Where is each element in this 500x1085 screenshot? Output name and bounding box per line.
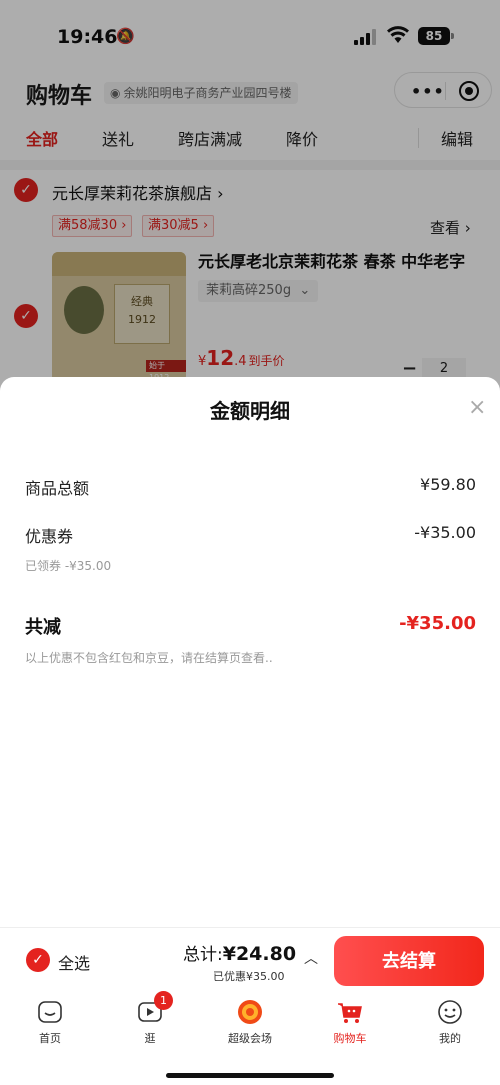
tabbar-item-super-venue[interactable]: 超级会场 [210,999,290,1046]
select-all-label[interactable]: 全选 [58,950,90,974]
tabbar-item-profile[interactable]: 我的 [410,999,490,1046]
home-indicator [166,1073,334,1078]
sum-value: ¥24.80 [222,943,297,965]
coupon-label: 优惠券 [25,527,74,546]
total-discount-label: 共减 [25,617,61,638]
checkout-bar: ✓ 全选 总计:¥24.80 已优惠¥35.00 ︿ 去结算 [0,927,500,993]
cart-icon [337,999,363,1025]
tabbar-label-home: 首页 [39,1032,61,1045]
tabbar-item-cart[interactable]: 购物车 [310,999,390,1046]
discount-note: 以上优惠不包含红包和京豆，请在结算页查看.. [25,651,273,665]
checkout-button[interactable]: 去结算 [334,936,484,986]
super-venue-icon [237,999,263,1025]
tabbar-label-browse: 逛 [144,1032,156,1045]
total-sum: 总计:¥24.80 [183,940,296,965]
coupon-value: -¥35.00 [414,523,476,542]
total-discount-value: -¥35.00 [399,613,476,634]
chevron-up-icon[interactable]: ︿ [304,948,318,968]
amount-detail-sheet: 金额明细 × 商品总额 ¥59.80 优惠券 -¥35.00 已领券 -¥35.… [0,377,500,927]
tabbar-label-profile: 我的 [439,1032,461,1045]
items-total-value: ¥59.80 [420,475,476,494]
tabbar-item-home[interactable]: 首页 [10,999,90,1046]
items-total-label: 商品总额 [25,479,90,498]
sum-label: 总计: [183,945,223,965]
notification-badge: 1 [154,991,173,1010]
home-icon [37,999,63,1025]
saved-amount: 已优惠¥35.00 [213,970,285,983]
bottom-tab-bar: 首页 1 逛 超级会场 购物车 我的 [0,991,500,1085]
close-icon[interactable]: × [468,395,486,420]
video-icon: 1 [137,991,173,1025]
tabbar-item-browse[interactable]: 1 逛 [110,991,190,1046]
select-all-checkbox[interactable]: ✓ [26,948,50,972]
tabbar-label-super-venue: 超级会场 [228,1032,272,1045]
profile-icon [437,999,463,1025]
coupon-sub: 已领券 -¥35.00 [25,559,112,573]
tabbar-label-cart: 购物车 [333,1032,367,1045]
modal-overlay[interactable] [0,0,500,420]
sheet-title: 金额明细 [210,399,290,423]
